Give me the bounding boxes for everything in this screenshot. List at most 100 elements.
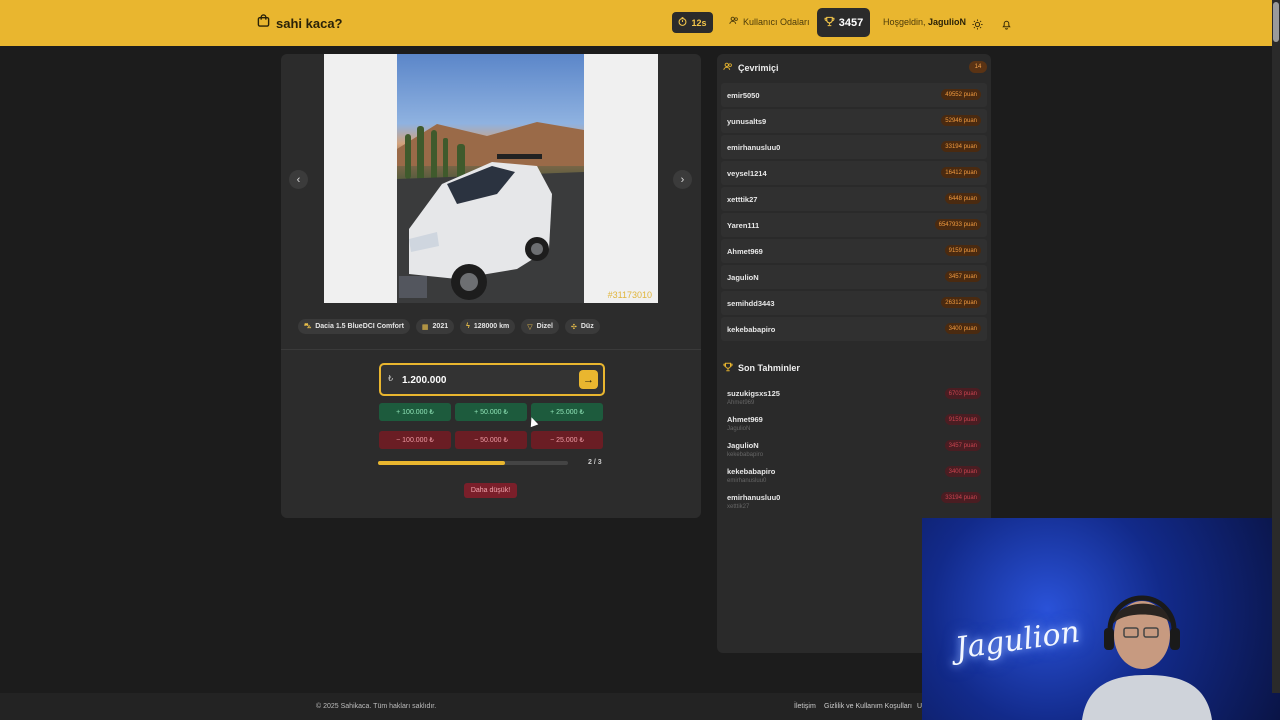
list-item: JagulioN kekebabapiro 3457 puan	[721, 436, 987, 460]
next-photo-button[interactable]: ›	[673, 170, 692, 189]
greeting-username[interactable]: JagulioN	[928, 17, 966, 27]
list-item[interactable]: yunusalts9 52946 puan	[721, 109, 987, 133]
user-points: 3400 puan	[944, 323, 981, 334]
list-item[interactable]: emir5050 49552 puan	[721, 83, 987, 107]
guess-user: emirhanusluu0	[727, 493, 781, 502]
guess-subtext: xetttik27	[727, 504, 750, 510]
user-points: 6547933 puan	[934, 219, 981, 230]
privacy-terms-link[interactable]: Gizlilik ve Kullanım Koşulları	[824, 703, 912, 710]
user-name: emir5050	[727, 91, 760, 100]
attempts-count: 2 / 3	[588, 459, 602, 466]
add-50000-button[interactable]: + 50.000 ₺	[455, 403, 527, 421]
timer-value: 12s	[691, 17, 707, 28]
gear-icon: ✣	[570, 323, 577, 331]
recent-guesses-header: Son Tahminler	[723, 362, 800, 374]
list-item: suzukigsxs125 Ahmet969 6703 puan	[721, 384, 987, 408]
price-input[interactable]	[400, 370, 574, 390]
users-icon	[723, 62, 733, 73]
subtract-50000-button[interactable]: − 50.000 ₺	[455, 431, 527, 449]
site-logo[interactable]: sahi kaca?	[257, 14, 343, 32]
online-user-list[interactable]: emir5050 49552 puan yunusalts9 52946 puan …	[721, 83, 987, 354]
subtract-100000-button[interactable]: − 100.000 ₺	[379, 431, 451, 449]
list-item[interactable]: semihdd3443 26312 puan	[721, 291, 987, 315]
fuel-icon: ▽	[527, 323, 533, 331]
trophy-icon	[824, 16, 835, 30]
score-value: 3457	[838, 16, 864, 29]
currency-symbol: ₺	[388, 374, 394, 383]
calendar-icon: ▦	[421, 323, 429, 331]
sun-icon[interactable]	[972, 17, 983, 35]
bell-icon[interactable]	[1001, 17, 1012, 35]
guess-user: JagulioN	[727, 441, 759, 450]
spec-fuel: ▽ Dizel	[521, 319, 559, 334]
divider	[281, 349, 701, 350]
gauge-icon: ϟ	[466, 323, 470, 330]
subtract-25000-button[interactable]: − 25.000 ₺	[531, 431, 603, 449]
spec-label: Dizel	[536, 323, 553, 330]
user-name: emirhanusluu0	[727, 143, 781, 152]
greeting-prefix: Hoşgeldin,	[883, 17, 926, 27]
game-panel: #31173010 ‹ › ⛍ Dacia 1.5 BlueDCI Comfor…	[281, 54, 701, 518]
spec-transmission: ✣ Düz	[564, 319, 600, 334]
guess-points: 33194 puan	[941, 492, 981, 503]
user-name: Yaren111	[727, 221, 760, 230]
stopwatch-icon	[678, 17, 687, 28]
list-item[interactable]: emirhanusluu0 33194 puan	[721, 135, 987, 159]
list-item: kekebabapiro emirhanusluu0 3400 puan	[721, 462, 987, 486]
greeting: Hoşgeldin, JagulioN	[883, 17, 966, 27]
listing-photo-frame: #31173010	[324, 54, 658, 303]
list-item[interactable]: JagulioN 3457 puan	[721, 265, 987, 289]
user-rooms-link[interactable]: Kullanıcı Odaları	[729, 16, 810, 27]
listing-photo[interactable]	[397, 54, 584, 303]
submit-guess-button[interactable]: →	[579, 370, 598, 389]
trophy-icon	[723, 362, 733, 374]
list-item[interactable]: xetttik27 6448 puan	[721, 187, 987, 211]
list-item[interactable]: veysel1214 16412 puan	[721, 161, 987, 185]
user-name: xetttik27	[727, 195, 758, 204]
guess-points: 6703 puan	[944, 388, 981, 399]
spec-label: Dacia 1.5 BlueDCI Comfort	[315, 323, 404, 330]
user-name: yunusalts9	[727, 117, 767, 126]
guess-subtext: JagulioN	[727, 426, 751, 432]
spec-label: Düz	[580, 323, 594, 330]
car-photo-illustration	[397, 122, 584, 303]
page-scrollbar[interactable]	[1272, 0, 1280, 693]
user-points: 9159 puan	[944, 245, 981, 256]
user-name: semihdd3443	[727, 299, 775, 308]
list-item[interactable]: Ahmet969 9159 puan	[721, 239, 987, 263]
user-points: 6448 puan	[944, 193, 981, 204]
guess-subtext: Ahmet969	[727, 400, 755, 406]
recent-guesses-title: Son Tahminler	[738, 363, 800, 373]
recent-guesses-list: suzukigsxs125 Ahmet969 6703 puan Ahmet969 J…	[721, 384, 987, 514]
score-badge: 3457	[817, 8, 870, 37]
user-points: 26312 puan	[941, 297, 981, 308]
contact-link[interactable]: İletişim	[794, 703, 816, 710]
add-25000-button[interactable]: + 25.000 ₺	[531, 403, 603, 421]
round-timer: 12s	[672, 12, 713, 33]
guess-points: 3400 puan	[944, 466, 981, 477]
arrow-right-icon: →	[583, 373, 594, 386]
shopping-bag-icon	[257, 14, 270, 32]
user-points: 49552 puan	[941, 89, 981, 100]
copyright-text: © 2025 Sahikaca. Tüm hakları saklıdır.	[316, 703, 437, 710]
online-title: Çevrimiçi	[738, 62, 779, 73]
guess-points: 3457 puan	[944, 440, 981, 451]
list-item[interactable]: Yaren111 6547933 puan	[721, 213, 987, 237]
add-100000-button[interactable]: + 100.000 ₺	[379, 403, 451, 421]
user-name: JagulioN	[727, 273, 759, 282]
hint-badge: Daha düşük!	[464, 483, 517, 498]
guess-points: 9159 puan	[944, 414, 981, 425]
guess-user: suzukigsxs125	[727, 389, 780, 398]
scrollbar-thumb[interactable]	[1273, 2, 1279, 42]
spec-model: ⛍ Dacia 1.5 BlueDCI Comfort	[298, 319, 410, 334]
list-item[interactable]: kekebabapiro 3400 puan	[721, 317, 987, 341]
user-points: 16412 puan	[941, 167, 981, 178]
spec-year: ▦ 2021	[415, 319, 455, 334]
spec-mileage: ϟ 128000 km	[460, 319, 516, 334]
chevron-left-icon: ‹	[296, 173, 301, 186]
webcam-overlay: Jagulion	[922, 518, 1280, 720]
streamer-silhouette	[1082, 595, 1212, 720]
user-points: 52946 puan	[941, 115, 981, 126]
top-bar: sahi kaca? 12s Kullanıcı Odaları 3457 Ho…	[0, 0, 1280, 46]
previous-photo-button[interactable]: ‹	[289, 170, 308, 189]
